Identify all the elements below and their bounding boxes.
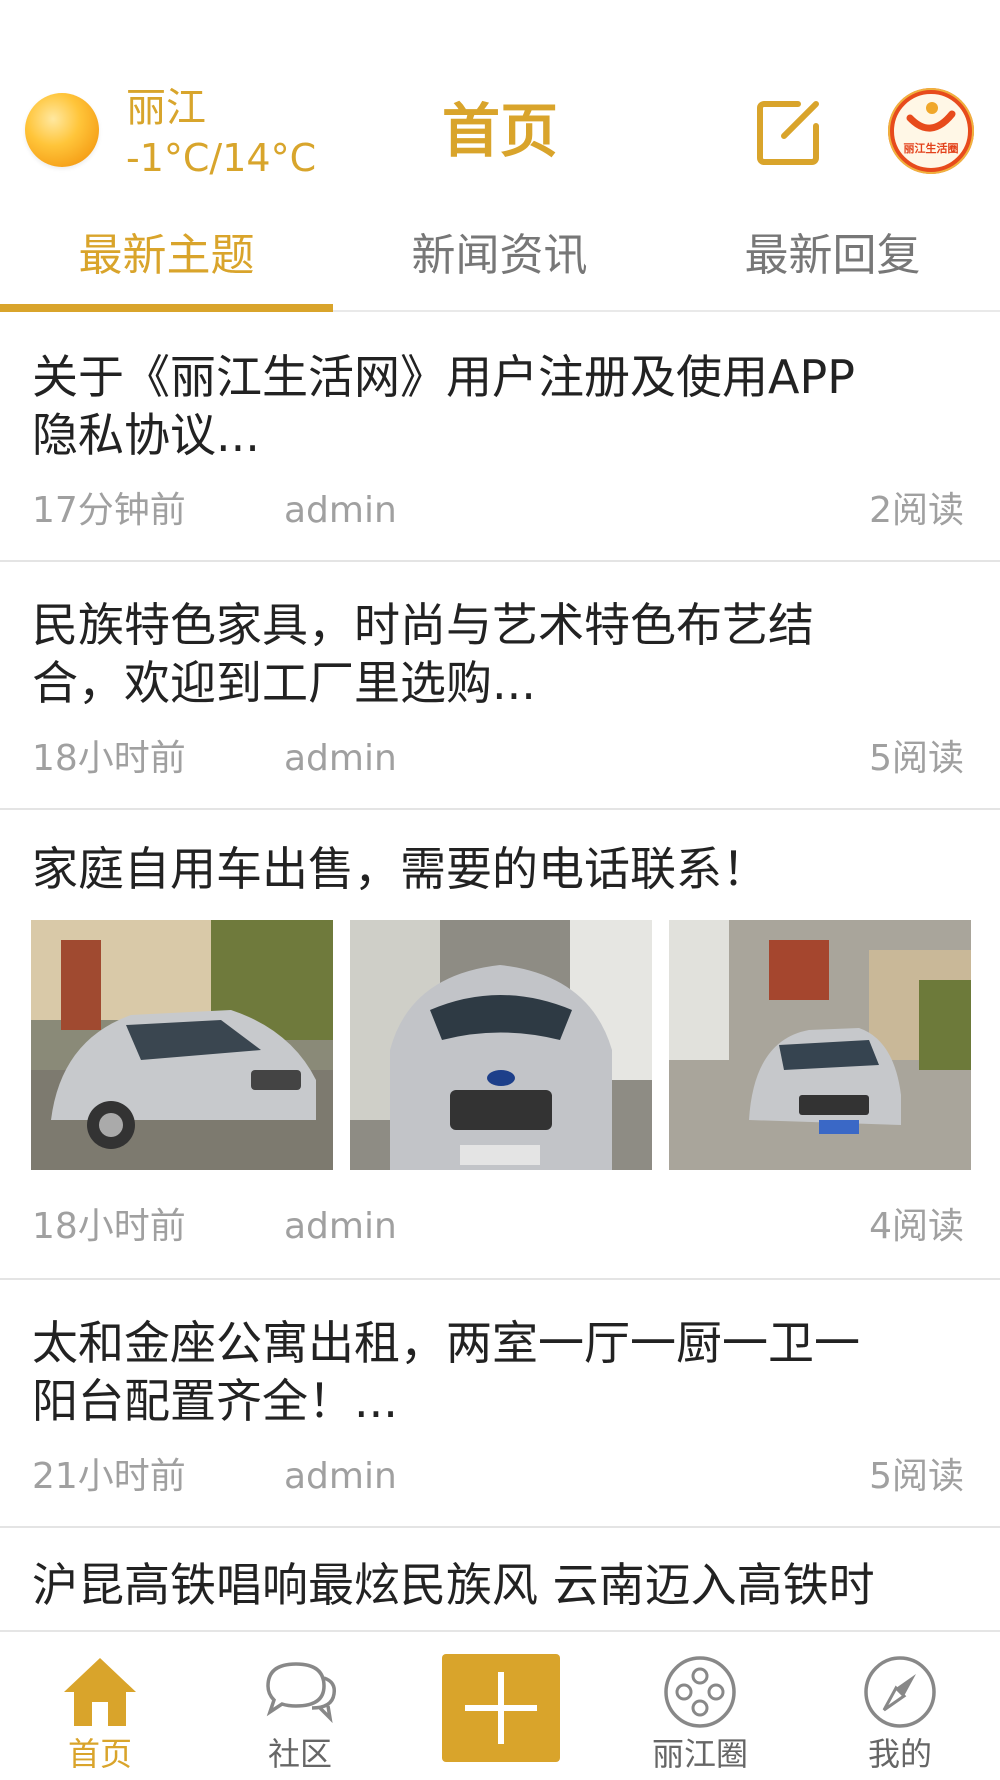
post-meta: 18小时前 admin 4阅读 [32,1202,964,1252]
post-title-line: 关于《丽江生活网》用户注册及使用APP [32,350,855,404]
post-title: 关于《丽江生活网》用户注册及使用APP 隐私协议... [32,348,962,464]
car-image [669,920,971,1170]
nav-mine[interactable]: 我的 [800,1632,1000,1780]
post-title: 沪昆高铁唱响最炫民族风 云南迈入高铁时 [32,1558,875,1612]
post-time: 18小时前 [32,1206,186,1247]
weather-sun-icon [25,93,99,167]
post-item[interactable]: 太和金座公寓出租，两室一厅一厨一卫一 阳台配置齐全！... 21小时前 admi… [0,1280,1000,1528]
nav-community-label: 社区 [267,1735,332,1773]
car-photo[interactable] [669,920,971,1170]
weather-temperature: -1°C/14°C [126,136,317,180]
tab-news[interactable]: 新闻资讯 [333,226,666,286]
post-item[interactable]: 家庭自用车出售，需要的电话联系！ 18小时前 admin 4阅读 [0,810,1000,1280]
post-read-count: 2阅读 [869,490,964,531]
tab-latest-topics[interactable]: 最新主题 [0,226,333,286]
logo-text: 丽江生活圈 [903,142,959,155]
compose-button[interactable] [754,96,826,168]
active-tab-indicator [0,304,333,312]
post-time: 18小时前 [32,738,186,779]
compass-icon [864,1656,936,1728]
post-photo-grid [31,920,971,1170]
bottom-navigation: 首页 社区 丽江圈 我的 [0,1630,1000,1780]
post-title-line: 合，欢迎到工厂里选购... [32,656,536,710]
nav-lijiang-circle[interactable]: 丽江圈 [600,1632,800,1780]
post-item[interactable]: 关于《丽江生活网》用户注册及使用APP 隐私协议... 17分钟前 admin … [0,312,1000,562]
post-meta: 21小时前 admin 5阅读 [32,1452,964,1502]
post-author: admin [284,1206,397,1247]
weather-city: 丽江 [126,85,206,131]
post-title: 家庭自用车出售，需要的电话联系！ [32,842,768,896]
nav-lijiang-circle-label: 丽江圈 [651,1735,748,1773]
post-read-count: 4阅读 [869,1206,964,1247]
post-read-count: 5阅读 [869,738,964,779]
car-image [31,920,333,1170]
chat-bubbles-icon [266,1662,337,1724]
post-author: admin [284,1456,397,1497]
car-photo[interactable] [350,920,652,1170]
tab-latest-replies[interactable]: 最新回复 [666,226,999,286]
post-author: admin [284,738,397,779]
post-title-line: 太和金座公寓出租，两室一厅一厨一卫一 [32,1316,860,1370]
home-icon [64,1658,136,1726]
post-title: 太和金座公寓出租，两室一厅一厨一卫一 阳台配置齐全！... [32,1314,962,1430]
post-meta: 18小时前 admin 5阅读 [32,734,964,784]
circle-dots-icon [664,1656,736,1728]
car-photo[interactable] [31,920,333,1170]
add-post-button[interactable] [442,1654,560,1762]
post-time: 21小时前 [32,1456,186,1497]
car-image [350,920,652,1170]
post-item[interactable]: 民族特色家具，时尚与艺术特色布艺结 合，欢迎到工厂里选购... 18小时前 ad… [0,562,1000,810]
post-title: 民族特色家具，时尚与艺术特色布艺结 合，欢迎到工厂里选购... [32,596,962,712]
nav-home-label: 首页 [67,1735,132,1773]
nav-home[interactable]: 首页 [0,1632,200,1780]
post-title-line: 阳台配置齐全！... [32,1374,398,1428]
page-title: 首页 [441,97,558,165]
post-author: admin [284,490,397,531]
edit-icon [757,101,819,165]
post-meta: 17分钟前 admin 2阅读 [32,486,964,536]
nav-mine-label: 我的 [867,1735,932,1773]
top-header: 丽江 -1°C/14°C 首页 丽江生活圈 [0,0,1000,200]
app-logo[interactable]: 丽江生活圈 [888,88,974,174]
post-read-count: 5阅读 [869,1456,964,1497]
post-title-line: 民族特色家具，时尚与艺术特色布艺结 [32,598,814,652]
nav-community[interactable]: 社区 [200,1632,400,1780]
logo-emblem-icon [890,90,972,172]
post-time: 17分钟前 [32,490,186,531]
plus-icon [465,1672,537,1744]
post-feed: 关于《丽江生活网》用户注册及使用APP 隐私协议... 17分钟前 admin … [0,312,1000,1648]
post-title-line: 隐私协议... [32,408,260,462]
tab-bar: 最新主题 新闻资讯 最新回复 [0,214,1000,312]
